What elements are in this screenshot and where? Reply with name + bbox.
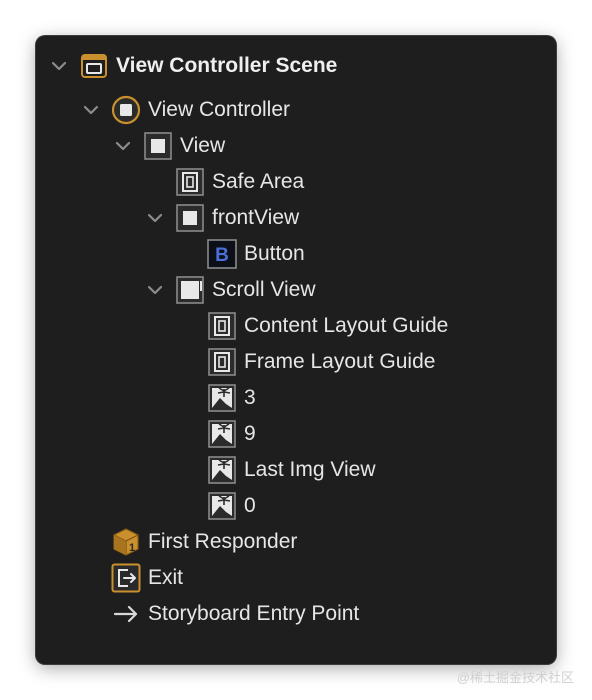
tree-label: Exit — [148, 566, 184, 589]
chevron-down-icon[interactable] — [80, 99, 102, 121]
tree-label: Button — [244, 242, 305, 265]
button-icon: B — [207, 239, 237, 269]
chevron-down-icon[interactable] — [112, 135, 134, 157]
layout-guide-icon — [208, 312, 236, 340]
scene-icon — [81, 54, 107, 78]
tree-row-storyboard-entry-point[interactable]: Storyboard Entry Point — [36, 596, 556, 632]
safe-area-icon — [176, 168, 204, 196]
first-responder-icon: 1 — [113, 528, 139, 556]
tree-label: View Controller — [148, 98, 291, 121]
tree-row-image-view[interactable]: Last Img View — [36, 452, 556, 488]
document-outline-panel: View Controller Scene View Controller Vi… — [36, 36, 556, 664]
tree-row-first-responder[interactable]: 1 First Responder — [36, 524, 556, 560]
chevron-down-icon[interactable] — [48, 55, 70, 77]
tree-row-image-view[interactable]: 3 — [36, 380, 556, 416]
tree-label: 9 — [244, 422, 256, 445]
tree-label: View — [180, 134, 226, 157]
svg-text:1: 1 — [129, 542, 135, 554]
image-view-icon — [208, 456, 236, 484]
chevron-down-icon[interactable] — [144, 279, 166, 301]
tree-label: Storyboard Entry Point — [148, 602, 360, 625]
view-controller-icon — [111, 95, 141, 125]
tree-row-safe-area[interactable]: Safe Area — [36, 164, 556, 200]
view-icon — [144, 132, 172, 160]
image-view-icon — [208, 420, 236, 448]
tree-row-image-view[interactable]: 0 — [36, 488, 556, 524]
tree-label: Scroll View — [212, 278, 316, 301]
tree-row-scroll-view[interactable]: Scroll View — [36, 272, 556, 308]
tree-row-view-controller[interactable]: View Controller — [36, 92, 556, 128]
image-view-icon — [208, 492, 236, 520]
tree-row-content-layout-guide[interactable]: Content Layout Guide — [36, 308, 556, 344]
tree-row-view[interactable]: View — [36, 128, 556, 164]
exit-icon — [111, 563, 141, 593]
tree-row-exit[interactable]: Exit — [36, 560, 556, 596]
tree-label: Last Img View — [244, 458, 376, 481]
tree-label: 3 — [244, 386, 256, 409]
view-icon — [176, 204, 204, 232]
watermark: @稀土掘金技术社区 — [456, 670, 574, 685]
tree-label: View Controller Scene — [116, 54, 338, 77]
tree-row-frontview[interactable]: frontView — [36, 200, 556, 236]
arrow-right-icon — [113, 605, 138, 623]
tree-label: Safe Area — [212, 170, 305, 193]
tree-label: Frame Layout Guide — [244, 350, 436, 373]
tree-row-button[interactable]: B Button — [36, 236, 556, 272]
tree-label: frontView — [212, 206, 300, 229]
tree-label: First Responder — [148, 530, 298, 553]
tree-label: 0 — [244, 494, 256, 517]
layout-guide-icon — [208, 348, 236, 376]
tree-row-frame-layout-guide[interactable]: Frame Layout Guide — [36, 344, 556, 380]
tree-row-scene[interactable]: View Controller Scene — [36, 48, 556, 84]
svg-text:B: B — [215, 245, 229, 266]
scroll-view-icon — [176, 276, 204, 304]
chevron-down-icon[interactable] — [144, 207, 166, 229]
tree-row-image-view[interactable]: 9 — [36, 416, 556, 452]
tree-label: Content Layout Guide — [244, 314, 449, 337]
image-view-icon — [208, 384, 236, 412]
